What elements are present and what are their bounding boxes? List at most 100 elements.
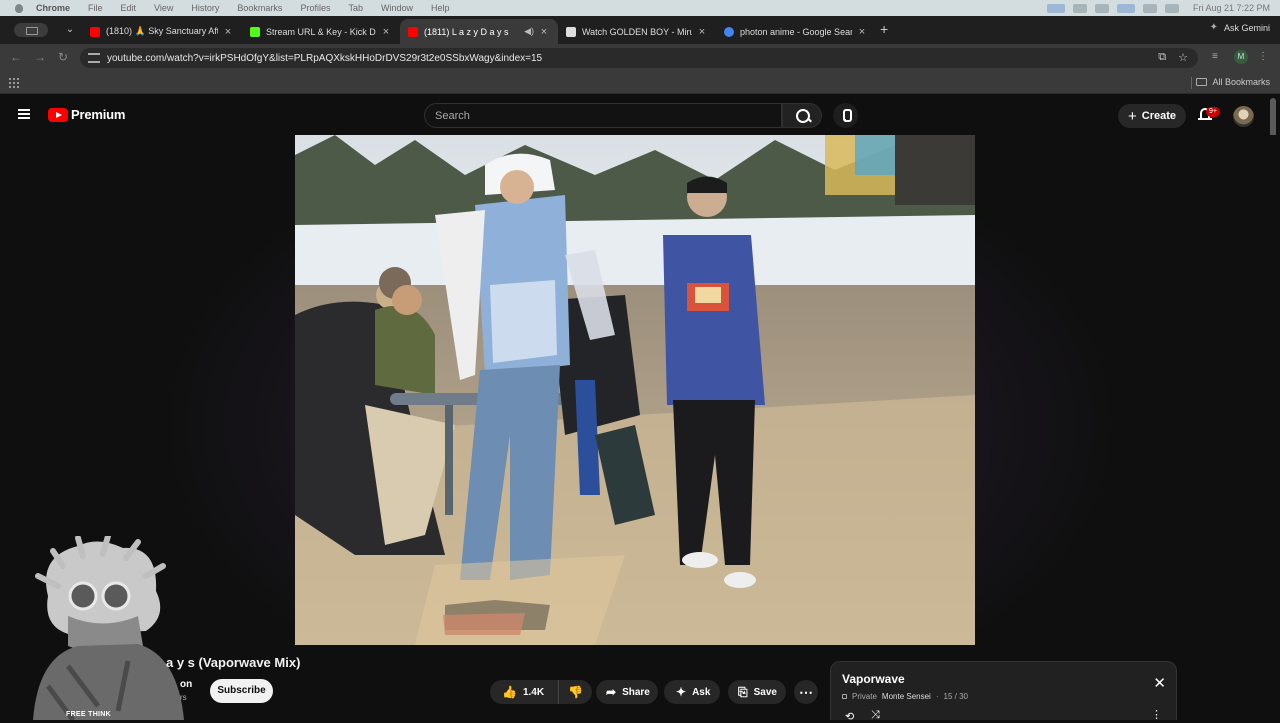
save-label: Save [753, 686, 777, 698]
tab-title: (1811) L a z y D a y s [424, 26, 509, 37]
google-favicon-icon [724, 26, 734, 37]
plus-icon: + [1127, 107, 1137, 125]
like-button[interactable]: 👍 1.4K [490, 680, 558, 704]
close-tab-icon[interactable]: × [538, 26, 550, 38]
battery-icon[interactable] [1094, 3, 1109, 13]
close-tab-icon[interactable]: × [380, 26, 392, 38]
kick-favicon-icon [250, 26, 260, 37]
search-icon[interactable] [782, 103, 822, 128]
ask-gemini-button[interactable]: ✦ Ask Gemini [1210, 22, 1270, 33]
playlist-title[interactable]: Vaporwave [842, 672, 905, 686]
youtube-masthead: Premium Search + Create [0, 94, 1280, 136]
search-input[interactable]: Search [424, 103, 782, 128]
extensions-icon[interactable]: ≡ [1212, 51, 1224, 63]
notification-badge: 9+ [1206, 107, 1220, 117]
close-tab-icon[interactable]: × [856, 26, 868, 38]
tab-search-dropdown-icon[interactable]: ⌄ [62, 22, 78, 38]
tab-sky-sanctuary[interactable]: (1810) 🙏 Sky Sanctuary Afte × [82, 19, 242, 44]
tab-title: (1810) 🙏 Sky Sanctuary Afte [106, 26, 218, 36]
create-button[interactable]: + Create [1118, 104, 1186, 128]
address-bar[interactable]: youtube.com/watch?v=irkPSHdOfgY&list=PLR… [80, 48, 1198, 68]
lock-icon [842, 694, 847, 699]
shuffle-icon[interactable]: ⤨ [871, 709, 880, 722]
mic-icon[interactable] [833, 103, 858, 128]
speaker-icon[interactable]: ◀) [524, 26, 534, 37]
dislike-button[interactable]: 👍 [558, 680, 592, 704]
back-icon[interactable]: ← [10, 50, 22, 64]
site-info-icon[interactable] [88, 53, 100, 63]
loop-icon[interactable]: ⟲ [845, 710, 854, 723]
tab-title: Watch GOLDEN BOY - Miruro [582, 26, 692, 37]
youtube-logo-icon [48, 107, 68, 122]
all-bookmarks-label: All Bookmarks [1212, 77, 1270, 87]
menu-profiles[interactable]: Profiles [300, 3, 330, 13]
forward-icon[interactable]: → [34, 50, 46, 64]
tab-google-search[interactable]: photon anime - Google Searc × [716, 19, 876, 44]
url-text[interactable]: youtube.com/watch?v=irkPSHdOfgY&list=PLR… [107, 53, 542, 64]
youtube-favicon-icon [90, 26, 100, 37]
menu-app[interactable]: Chrome [36, 3, 70, 13]
status-icon[interactable] [1072, 3, 1087, 13]
more-icon: ⋯ [799, 683, 813, 700]
apps-grid-icon[interactable] [9, 78, 19, 88]
close-tab-icon[interactable]: × [696, 26, 708, 38]
new-tab-icon[interactable]: + [880, 21, 888, 37]
menu-tab[interactable]: Tab [348, 3, 363, 13]
video-title: a y s (Vaporwave Mix) [166, 655, 301, 670]
wifi-icon[interactable] [1142, 3, 1157, 13]
account-avatar[interactable] [1233, 106, 1254, 127]
tab-title: Stream URL & Key - Kick Das [266, 26, 376, 37]
share-button[interactable]: ➦ Share [596, 680, 658, 704]
tab-kick-stream[interactable]: Stream URL & Key - Kick Das × [242, 19, 400, 44]
close-icon[interactable]: ✕ [1153, 676, 1166, 691]
all-bookmarks-button[interactable]: All Bookmarks [1196, 77, 1270, 87]
menu-view[interactable]: View [154, 3, 173, 13]
folder-icon [1196, 78, 1208, 86]
premium-wordmark: Premium [71, 107, 126, 122]
tab-golden-boy[interactable]: Watch GOLDEN BOY - Miruro × [558, 19, 716, 44]
menu-file[interactable]: File [88, 3, 103, 13]
spotlight-icon[interactable] [1164, 3, 1179, 13]
ask-label: Ask [692, 686, 711, 698]
video-player[interactable] [295, 135, 975, 645]
bookmark-star-icon[interactable]: ☆ [1178, 51, 1188, 64]
subscriber-count: rs [180, 693, 187, 702]
tab-title: photon anime - Google Searc [740, 26, 852, 37]
menu-edit[interactable]: Edit [121, 3, 137, 13]
menu-window[interactable]: Window [381, 3, 413, 13]
clock[interactable]: Fri Aug 21 7:22 PM [1193, 3, 1270, 13]
youtube-logo[interactable]: Premium [48, 107, 125, 122]
close-tab-icon[interactable]: × [222, 26, 234, 38]
ask-gemini-label: Ask Gemini [1223, 22, 1270, 33]
kebab-menu-icon[interactable]: ⋮ [1258, 51, 1270, 63]
profile-avatar[interactable]: M [1234, 50, 1248, 64]
toolbar-right: ≡ M ⋮ [1212, 50, 1270, 64]
divider [1191, 77, 1192, 89]
control-center-icon[interactable] [1116, 3, 1135, 13]
tab-lazy-days[interactable]: (1811) L a z y D a y s ◀) × [400, 19, 558, 44]
apple-icon[interactable] [12, 3, 26, 13]
youtube-favicon-icon [408, 26, 418, 37]
more-actions-button[interactable]: ⋯ [794, 680, 818, 704]
browser-toolbar: ← → ↻ youtube.com/watch?v=irkPSHdOfgY&li… [0, 44, 1280, 72]
playlist-panel: Vaporwave Private Monte Sensei · 15 / 30… [830, 661, 1177, 723]
like-count: 1.4K [522, 686, 545, 698]
ask-button[interactable]: ✦ Ask [664, 680, 720, 704]
screen-record-icon[interactable] [1046, 3, 1065, 13]
subscribe-button[interactable]: Subscribe [210, 679, 273, 703]
save-button[interactable]: ⎘ Save [728, 680, 786, 704]
tab-overview-icon[interactable] [14, 23, 48, 37]
menu-history[interactable]: History [191, 3, 219, 13]
menu-help[interactable]: Help [431, 3, 450, 13]
channel-name[interactable]: on [180, 679, 192, 690]
playlist-position: 15 / 30 [943, 692, 968, 701]
save-icon: ⎘ [738, 685, 748, 699]
reload-icon[interactable]: ↻ [58, 50, 68, 64]
hamburger-icon[interactable] [18, 109, 30, 119]
share-label: Share [622, 686, 650, 698]
playlist-owner[interactable]: Monte Sensei [882, 692, 931, 701]
menu-bookmarks[interactable]: Bookmarks [237, 3, 282, 13]
install-app-icon[interactable]: ⧉ [1158, 51, 1166, 64]
playlist-menu-icon[interactable]: ⋮ [1151, 708, 1162, 721]
mascot-caption: FREE THINK [66, 711, 111, 718]
